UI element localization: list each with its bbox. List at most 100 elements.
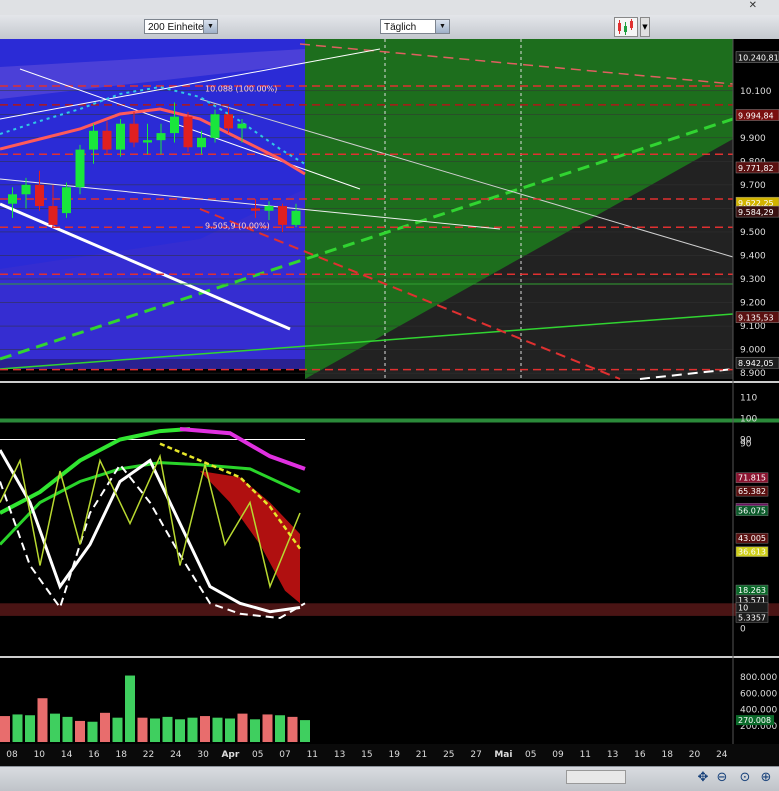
- price-tick-label: 9.300: [740, 275, 766, 285]
- price-marker-label: 8.942,05: [738, 359, 774, 368]
- candle-body: [237, 123, 247, 129]
- osc-marker-label: 36.613: [738, 548, 766, 557]
- candle-body: [75, 149, 85, 188]
- volume-bar: [300, 720, 310, 742]
- price-tick-label: 9.400: [740, 251, 766, 261]
- osc-marker-label: 5.3357: [738, 613, 766, 622]
- time-tick-label: 24: [716, 750, 728, 760]
- candle-body: [278, 206, 287, 225]
- close-icon[interactable]: ✕: [749, 0, 757, 11]
- volume-bar: [150, 718, 160, 742]
- time-tick-label: 18: [661, 750, 673, 760]
- osc-marker-label: 43.005: [738, 534, 766, 543]
- time-tick-label: 13: [334, 750, 345, 760]
- price-tick-label: 9.000: [740, 346, 766, 356]
- time-tick-label: 30: [197, 750, 209, 760]
- candle-body: [35, 184, 44, 207]
- price-tick-label: 9.900: [740, 134, 766, 144]
- candle-body: [143, 140, 152, 143]
- time-tick-label: 11: [580, 750, 591, 760]
- chevron-down-icon: ▼: [203, 20, 217, 33]
- time-tick-label: 16: [88, 750, 100, 760]
- time-tick-label: Mai: [494, 750, 512, 760]
- price-marker-label: 9.994,84: [738, 112, 774, 121]
- volume-bar: [50, 713, 60, 742]
- volume-bar: [275, 715, 285, 742]
- osc-tick-label: 100: [740, 415, 757, 425]
- period-select[interactable]: 200 Einheiten ▼: [144, 19, 218, 34]
- volume-bar: [162, 716, 173, 742]
- candle-body: [170, 116, 179, 134]
- volume-bar: [100, 712, 110, 742]
- volume-bar: [125, 675, 135, 742]
- time-tick-label: 08: [6, 750, 18, 760]
- osc-marker-label: 18.263: [738, 586, 766, 595]
- period-select-value: 200 Einheiten: [148, 22, 210, 33]
- volume-bar: [250, 719, 260, 742]
- zoom-out-icon[interactable]: ⊖: [714, 770, 730, 786]
- zoom-in-icon[interactable]: ⊕: [758, 770, 774, 786]
- chevron-down-icon[interactable]: ▼: [640, 17, 650, 37]
- candle-body: [251, 208, 260, 211]
- volume-bar: [287, 716, 298, 742]
- price-tick-label: 8.900: [740, 369, 766, 379]
- osc-marker-label: 71.815: [738, 474, 766, 483]
- interval-select[interactable]: Täglich ▼: [380, 19, 450, 34]
- candle-body: [21, 184, 31, 195]
- volume-bar: [225, 718, 235, 742]
- window-top-strip: ✕: [0, 0, 779, 15]
- time-tick-label: 19: [388, 750, 400, 760]
- osc-tick-label: 0: [740, 625, 746, 635]
- time-tick-label: 24: [170, 750, 182, 760]
- candle-body: [48, 206, 58, 225]
- candlestick-chart-icon[interactable]: [614, 17, 638, 37]
- volume-bar: [200, 716, 210, 742]
- volume-bar: [87, 721, 98, 742]
- candle-body: [129, 123, 139, 143]
- osc-marker-label: 56.075: [738, 507, 766, 516]
- fib-annotation: 10.088 (100.00%): [205, 85, 277, 94]
- volume-bar: [37, 698, 48, 742]
- candle-body: [89, 130, 98, 150]
- price-tick-label: 9.500: [740, 228, 766, 238]
- candle-body: [156, 133, 166, 141]
- time-tick-label: 27: [470, 750, 481, 760]
- horizontal-scrollbar[interactable]: [566, 770, 626, 784]
- volume-bar: [75, 720, 85, 742]
- chart-toolbar: 200 Einheiten ▼ Täglich ▼ ▼: [0, 15, 779, 40]
- time-tick-label: 05: [525, 750, 536, 760]
- zoom-fit-icon[interactable]: ⊙: [737, 770, 753, 786]
- time-tick-label: 05: [252, 750, 263, 760]
- chart-canvas: 10.088 (100.00%) 9.505,9 (0.00%) 10.100 10…: [0, 39, 779, 766]
- candle-body: [116, 123, 125, 150]
- volume-bar: [262, 714, 273, 742]
- volume-bar: [62, 716, 73, 742]
- price-tick-label: 9.100: [740, 322, 766, 332]
- status-bar: ✥ ⊖ ⊙ ⊕: [0, 766, 779, 791]
- time-tick-label: 15: [361, 750, 372, 760]
- upper-threshold-band: [0, 418, 779, 423]
- price-tick-label: 10.100: [740, 87, 772, 97]
- candle-body: [224, 114, 233, 129]
- time-tick-label: Apr: [221, 750, 239, 760]
- candle-body: [210, 114, 220, 138]
- volume-marker-label: 270.008: [738, 716, 771, 725]
- volume-bar: [212, 717, 223, 742]
- volume-bar: [12, 714, 23, 742]
- time-tick-label: 09: [552, 750, 564, 760]
- price-background-zones: [0, 39, 733, 379]
- time-tick-label: 21: [416, 750, 427, 760]
- chevron-down-icon: ▼: [435, 20, 449, 33]
- volume-bar: [187, 717, 198, 742]
- crosshair-icon[interactable]: ✥: [695, 770, 711, 786]
- osc-marker-label: 10: [738, 604, 748, 613]
- time-tick-label: 11: [307, 750, 318, 760]
- candle-body: [264, 206, 274, 211]
- time-tick-label: 10: [34, 750, 46, 760]
- candle-body: [62, 187, 71, 214]
- candle-body: [291, 210, 301, 225]
- volume-bar: [25, 715, 35, 742]
- price-tick-label: 9.200: [740, 299, 766, 309]
- time-tick-label: 25: [443, 750, 454, 760]
- price-marker-label: 9.584,29: [738, 208, 774, 217]
